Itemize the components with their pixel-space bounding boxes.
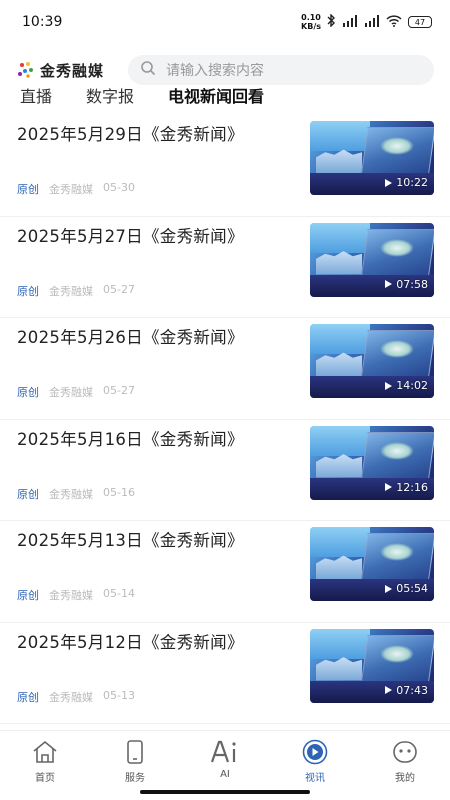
list-item[interactable]: 2025年5月26日《金秀新闻》 原创 金秀融媒 05-27 14:02 — [0, 318, 450, 420]
item-source: 金秀融媒 — [49, 690, 93, 704]
profile-icon — [392, 739, 418, 765]
original-tag: 原创 — [17, 284, 39, 298]
signal-icon-2 — [364, 14, 380, 30]
original-tag: 原创 — [17, 589, 39, 602]
item-meta: 原创 金秀融媒 05-27 — [17, 283, 135, 299]
item-meta: 原创 金秀融媒 05-13 — [17, 689, 135, 705]
item-date: 05-27 — [103, 384, 135, 397]
status-icons: 0.10 KB/s 47 — [301, 13, 432, 31]
bottom-nav: 首页 服务 AI 视讯 我的 — [0, 730, 450, 788]
item-title[interactable]: 2025年5月29日《金秀新闻》 — [17, 121, 244, 145]
battery-icon: 47 — [408, 16, 432, 28]
video-thumbnail[interactable]: 07:58 — [310, 222, 434, 297]
list-item[interactable]: 2025年5月29日《金秀新闻》 原创 金秀融媒 05-30 10:22 — [0, 115, 450, 217]
play-icon — [385, 483, 393, 491]
item-title[interactable]: 2025年5月27日《金秀新闻》 — [17, 223, 244, 247]
video-thumbnail[interactable]: 07:43 — [310, 628, 434, 703]
video-duration: 05:54 — [385, 582, 428, 595]
list-item[interactable]: 2025年5月27日《金秀新闻》 原创 金秀融媒 05-27 07:58 — [0, 217, 450, 318]
tab-tv-news-replay[interactable]: 电视新闻回看 — [168, 77, 264, 113]
home-icon — [32, 739, 58, 765]
phone-icon — [126, 739, 144, 765]
video-thumbnail[interactable]: 14:02 — [310, 324, 434, 398]
item-source: 金秀融媒 — [49, 589, 93, 602]
video-duration: 10:22 — [385, 176, 428, 189]
item-source: 金秀融媒 — [49, 386, 93, 399]
nav-home[interactable]: 首页 — [10, 739, 80, 784]
status-bar: 10:39 0.10 KB/s 47 — [0, 0, 450, 44]
news-list: 2025年5月29日《金秀新闻》 原创 金秀融媒 05-30 10:22 202… — [0, 115, 450, 724]
wifi-icon — [386, 14, 402, 30]
bluetooth-icon — [327, 13, 336, 30]
play-icon — [385, 178, 393, 187]
item-meta: 原创 金秀融媒 05-16 — [17, 486, 135, 502]
item-source: 金秀融媒 — [49, 487, 93, 501]
play-icon — [385, 280, 393, 288]
nav-profile[interactable]: 我的 — [370, 739, 440, 784]
item-date: 05-13 — [103, 688, 135, 702]
item-date: 05-30 — [103, 181, 135, 194]
nav-services[interactable]: 服务 — [100, 739, 170, 784]
top-tabs: 直播 数字报 电视新闻回看 — [0, 80, 450, 110]
video-duration: 12:16 — [385, 481, 428, 494]
list-item[interactable]: 2025年5月16日《金秀新闻》 原创 金秀融媒 05-16 12:16 — [0, 420, 450, 521]
video-duration: 07:58 — [385, 278, 428, 291]
signal-icon — [342, 14, 358, 30]
list-item[interactable]: 2025年5月12日《金秀新闻》 原创 金秀融媒 05-13 07:43 — [0, 623, 450, 724]
original-tag: 原创 — [17, 690, 39, 704]
item-title[interactable]: 2025年5月12日《金秀新闻》 — [17, 629, 244, 653]
original-tag: 原创 — [17, 386, 39, 399]
original-tag: 原创 — [17, 183, 39, 196]
original-tag: 原创 — [17, 487, 39, 501]
video-thumbnail[interactable]: 05:54 — [310, 527, 434, 601]
item-date: 05-14 — [103, 587, 135, 600]
item-meta: 原创 金秀融媒 05-30 — [17, 181, 135, 197]
video-duration: 14:02 — [385, 379, 428, 392]
nav-ai[interactable]: AI — [190, 739, 260, 780]
play-icon — [385, 584, 393, 593]
video-thumbnail[interactable]: 10:22 — [310, 121, 434, 195]
item-source: 金秀融媒 — [49, 183, 93, 196]
item-date: 05-16 — [103, 485, 135, 499]
ai-icon — [210, 739, 240, 765]
item-meta: 原创 金秀融媒 05-27 — [17, 384, 135, 400]
network-speed: 0.10 KB/s — [301, 13, 321, 31]
item-title[interactable]: 2025年5月16日《金秀新闻》 — [17, 426, 244, 450]
item-source: 金秀融媒 — [49, 284, 93, 298]
video-duration: 07:43 — [385, 684, 428, 697]
tab-live[interactable]: 直播 — [20, 77, 52, 113]
home-indicator[interactable] — [140, 790, 310, 794]
play-icon — [385, 381, 393, 390]
nav-video[interactable]: 视讯 — [280, 739, 350, 784]
tab-digital-paper[interactable]: 数字报 — [86, 77, 134, 113]
item-title[interactable]: 2025年5月13日《金秀新闻》 — [17, 527, 244, 551]
list-item[interactable]: 2025年5月13日《金秀新闻》 原创 金秀融媒 05-14 05:54 — [0, 521, 450, 623]
video-icon — [302, 739, 328, 765]
item-title[interactable]: 2025年5月26日《金秀新闻》 — [17, 324, 244, 348]
search-icon — [140, 60, 166, 80]
play-icon — [385, 686, 393, 694]
video-thumbnail[interactable]: 12:16 — [310, 425, 434, 500]
status-time: 10:39 — [22, 14, 63, 30]
item-meta: 原创 金秀融媒 05-14 — [17, 587, 135, 603]
item-date: 05-27 — [103, 282, 135, 296]
